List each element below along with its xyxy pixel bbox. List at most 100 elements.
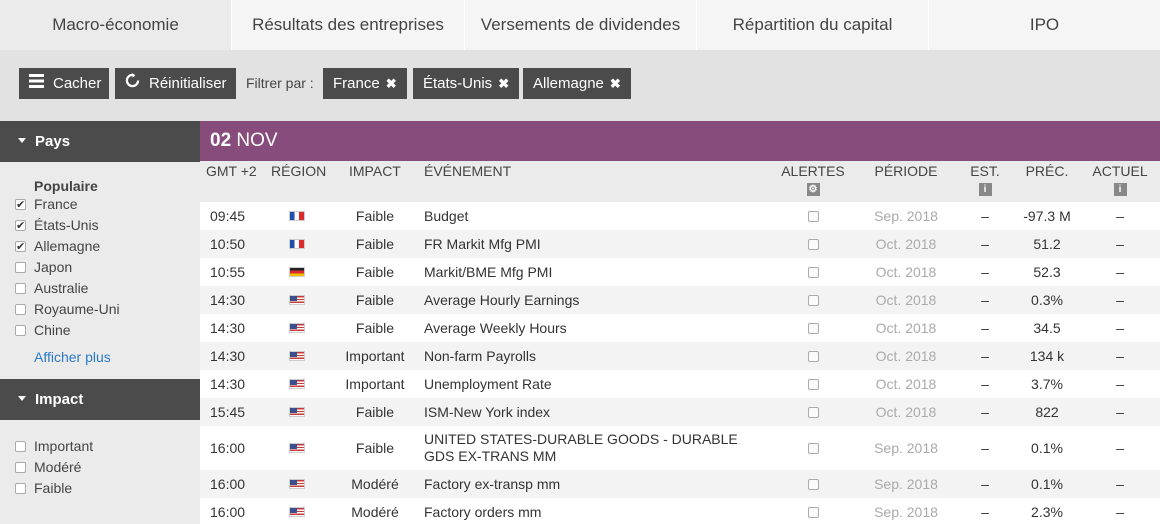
checkbox[interactable] (15, 462, 26, 473)
reset-button[interactable]: Réinitialiser (115, 68, 236, 99)
hide-button[interactable]: Cacher (19, 68, 109, 99)
col-actual-label: ACTUEL (1092, 163, 1148, 179)
flag-us-icon (289, 479, 305, 489)
table-row[interactable]: 16:00 Modéré Factory ex-transp mm Sep. 2018… (200, 470, 1160, 498)
alert-checkbox[interactable] (807, 322, 819, 334)
checkbox-row[interactable]: France (0, 194, 200, 216)
cell-impact: Important (330, 342, 420, 370)
close-icon[interactable]: ✖ (610, 76, 621, 91)
cell-actual: – (1088, 426, 1152, 470)
cell-period: Oct. 2018 (866, 398, 946, 426)
cell-prev: 0.1% (1008, 470, 1086, 498)
alert-checkbox[interactable] (807, 294, 819, 306)
filter-chip-etats-unis[interactable]: États-Unis ✖ (413, 68, 520, 99)
alert-checkbox[interactable] (807, 350, 819, 362)
table-row[interactable]: 16:00 Modéré Factory orders mm Sep. 2018 – 2.… (200, 498, 1160, 524)
cell-time: 10:55 (210, 258, 260, 286)
alert-checkbox[interactable] (807, 506, 819, 518)
checkbox-row[interactable]: Faible (0, 478, 200, 499)
close-icon[interactable]: ✖ (386, 76, 397, 91)
checkbox-row[interactable]: Important (0, 436, 200, 457)
tab-ipo[interactable]: IPO (929, 0, 1160, 50)
alert-checkbox[interactable] (807, 478, 819, 490)
alert-checkbox[interactable] (807, 442, 819, 454)
checkbox-row[interactable]: Japon (0, 257, 200, 278)
cell-est-text: – (981, 404, 989, 420)
checkbox-row[interactable]: États-Unis (0, 215, 200, 237)
checkbox-row[interactable]: Allemagne (0, 236, 200, 258)
flag-us-icon (289, 379, 305, 389)
alert-checkbox[interactable] (807, 238, 819, 250)
country-section-header[interactable]: Pays (0, 121, 200, 162)
table-row[interactable]: 16:00 Faible UNITED STATES-DURABLE GOODS -… (200, 426, 1160, 470)
checkbox-label: Important (34, 438, 94, 454)
cell-impact: Faible (330, 426, 420, 470)
alert-checkbox[interactable] (807, 378, 819, 390)
cell-est-text: – (981, 376, 989, 392)
hide-button-label: Cacher (53, 75, 102, 92)
checkbox-label: États-Unis (34, 217, 99, 233)
flag-us-icon (289, 323, 305, 333)
checkbox[interactable] (15, 237, 26, 258)
cell-region (289, 258, 309, 286)
checkbox[interactable] (15, 325, 26, 336)
table-row[interactable]: 10:50 Faible FR Markit Mfg PMI Oct. 2018 – 51… (200, 230, 1160, 258)
cell-event: FR Markit Mfg PMI (424, 230, 764, 258)
info-icon[interactable]: i (1113, 183, 1127, 196)
col-alerts-label: ALERTES (781, 163, 845, 179)
alert-checkbox[interactable] (807, 210, 819, 222)
cell-alert (776, 342, 850, 370)
cell-period: Oct. 2018 (866, 258, 946, 286)
impact-section-header[interactable]: Impact (0, 379, 200, 420)
cell-time: 14:30 (210, 342, 260, 370)
table-row[interactable]: 10:55 Faible Markit/BME Mfg PMI Oct. 2018 – 5… (200, 258, 1160, 286)
table-row[interactable]: 14:30 Important Non-farm Payrolls Oct. 2018… (200, 342, 1160, 370)
flag-fr-icon (289, 211, 305, 221)
checkbox[interactable] (15, 195, 26, 216)
cell-impact-text: Important (345, 376, 405, 392)
table-row[interactable]: 14:30 Important Unemployment Rate Oct. 2018… (200, 370, 1160, 398)
checkbox-label: Chine (34, 322, 71, 338)
checkbox-row[interactable]: Modéré (0, 457, 200, 478)
checkbox[interactable] (15, 441, 26, 452)
checkbox[interactable] (15, 262, 26, 273)
cell-impact-text: Faible (355, 236, 395, 252)
checkbox[interactable] (15, 216, 26, 237)
table-row[interactable]: 15:45 Faible ISM-New York index Oct. 2018 – 8… (200, 398, 1160, 426)
cell-region (289, 202, 309, 230)
table-row[interactable]: 14:30 Faible Average Weekly Hours Oct. 2018… (200, 314, 1160, 342)
cell-alert (776, 370, 850, 398)
cell-time: 14:30 (210, 286, 260, 314)
cell-prev-text: 822 (1035, 404, 1059, 420)
tab-macro-economie[interactable]: Macro-économie (0, 0, 232, 50)
tab-repartition-capital[interactable]: Répartition du capital (697, 0, 929, 50)
show-more-link[interactable]: Afficher plus (0, 349, 200, 365)
cell-event-text: Unemployment Rate (424, 375, 552, 392)
alert-checkbox[interactable] (807, 266, 819, 278)
cell-period: Oct. 2018 (866, 286, 946, 314)
checkbox-row[interactable]: Australie (0, 278, 200, 299)
gear-icon[interactable]: ⚙ (806, 183, 820, 196)
table-row[interactable]: 14:30 Faible Average Hourly Earnings Oct. 2… (200, 286, 1160, 314)
cell-event-text: Average Hourly Earnings (424, 291, 580, 308)
tab-versements-dividendes[interactable]: Versements de dividendes (465, 0, 697, 50)
cell-alert (776, 470, 850, 498)
cell-period: Oct. 2018 (866, 314, 946, 342)
checkbox[interactable] (15, 283, 26, 294)
filter-chip-france[interactable]: France ✖ (323, 68, 407, 99)
cell-time: 09:45 (210, 202, 260, 230)
checkbox-row[interactable]: Royaume-Uni (0, 299, 200, 320)
cell-impact: Modéré (330, 470, 420, 498)
close-icon[interactable]: ✖ (498, 76, 509, 91)
table-row[interactable]: 09:45 Faible Budget Sep. 2018 – -97.3 M – (200, 202, 1160, 230)
filter-chip-allemagne[interactable]: Allemagne ✖ (523, 68, 631, 99)
cell-period: Oct. 2018 (866, 370, 946, 398)
info-icon[interactable]: i (978, 183, 992, 196)
cell-event-text: Non-farm Payrolls (424, 347, 537, 364)
checkbox-row[interactable]: Chine (0, 320, 200, 341)
alert-checkbox[interactable] (807, 406, 819, 418)
checkbox[interactable] (15, 483, 26, 494)
cell-actual-text: – (1116, 440, 1124, 456)
tab-resultats-entreprises[interactable]: Résultats des entreprises (232, 0, 465, 50)
checkbox[interactable] (15, 304, 26, 315)
